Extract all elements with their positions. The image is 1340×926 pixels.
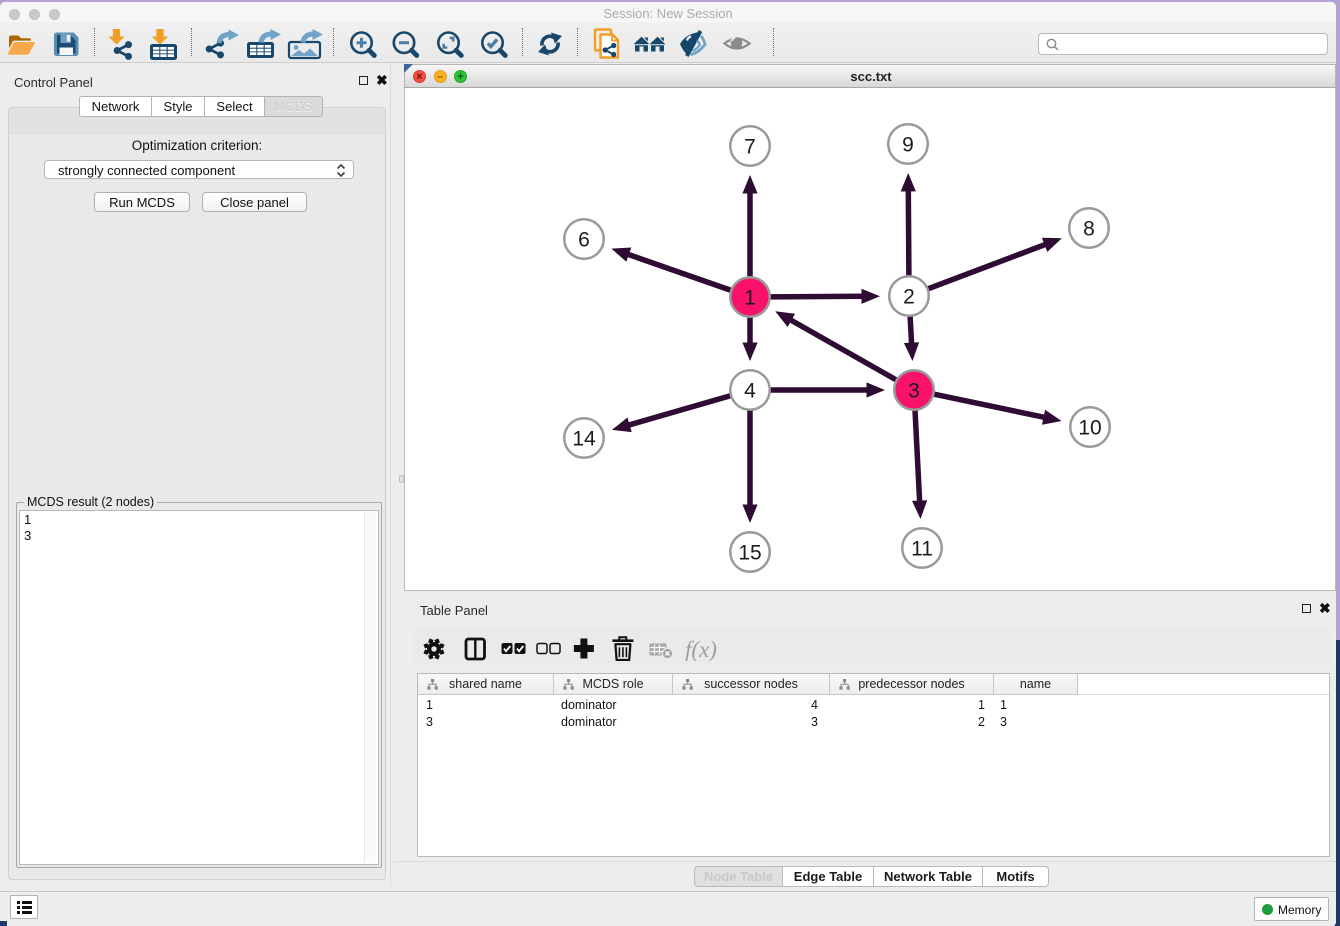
- svg-text:15: 15: [738, 542, 761, 565]
- svg-text:4: 4: [744, 380, 756, 403]
- svg-text:2: 2: [903, 286, 915, 309]
- svg-text:7: 7: [744, 136, 756, 159]
- svg-text:9: 9: [902, 134, 914, 157]
- svg-text:6: 6: [578, 229, 590, 252]
- svg-text:14: 14: [572, 428, 596, 451]
- svg-text:8: 8: [1083, 218, 1095, 241]
- svg-text:11: 11: [911, 538, 933, 561]
- svg-text:10: 10: [1078, 417, 1101, 440]
- svg-text:f(x): f(x): [685, 637, 717, 661]
- svg-text:1: 1: [744, 287, 756, 310]
- svg-text:3: 3: [908, 380, 920, 403]
